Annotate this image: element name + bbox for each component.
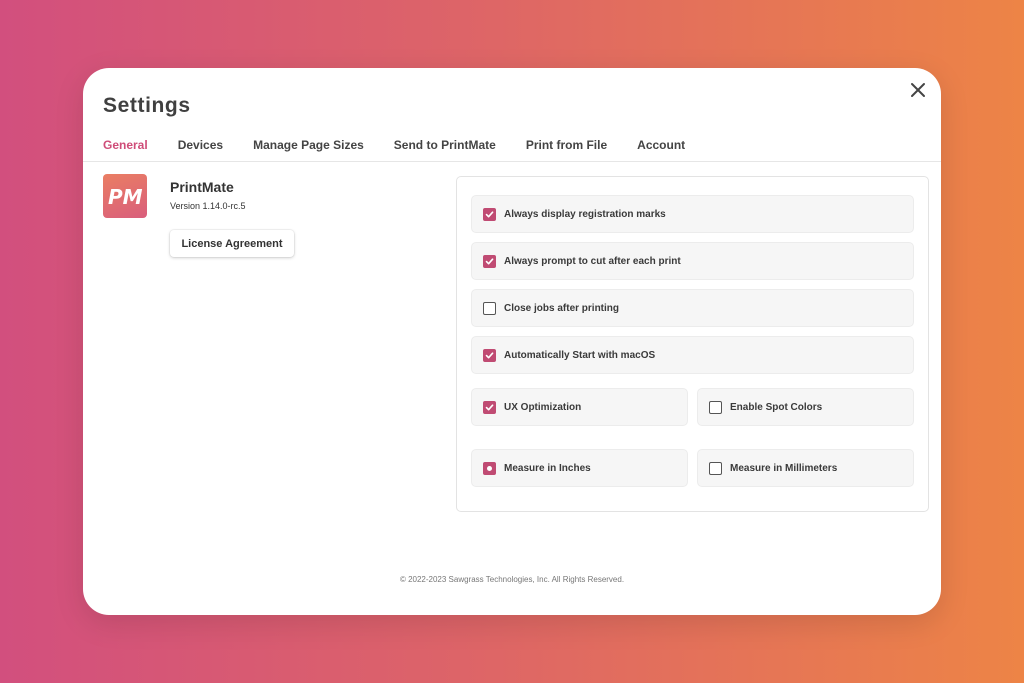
radio-unselected-icon[interactable] bbox=[709, 461, 722, 475]
copyright-footer: © 2022-2023 Sawgrass Technologies, Inc. … bbox=[399, 575, 625, 584]
window-title: Settings bbox=[103, 94, 191, 117]
radio-selected-icon[interactable] bbox=[483, 461, 496, 475]
option-label: Automatically Start with macOS bbox=[504, 349, 656, 361]
checkbox-checked-icon[interactable] bbox=[483, 348, 496, 362]
option-registration-marks[interactable]: Always display registration marks bbox=[471, 195, 914, 233]
tab-manage-page-sizes[interactable]: Manage Page Sizes bbox=[253, 138, 364, 162]
option-label: Measure in Millimeters bbox=[730, 462, 838, 474]
license-agreement-button[interactable]: License Agreement bbox=[170, 230, 294, 257]
close-icon bbox=[911, 83, 925, 97]
close-button[interactable] bbox=[909, 81, 927, 99]
checkbox-checked-icon[interactable] bbox=[483, 207, 496, 221]
option-label: Close jobs after printing bbox=[504, 302, 620, 314]
option-measure-millimeters[interactable]: Measure in Millimeters bbox=[697, 449, 914, 487]
checkbox-unchecked-icon[interactable] bbox=[483, 301, 496, 315]
option-spot-colors[interactable]: Enable Spot Colors bbox=[697, 388, 914, 426]
app-logo-letters: PM bbox=[108, 185, 143, 209]
tab-general[interactable]: General bbox=[103, 138, 148, 162]
checkbox-checked-icon[interactable] bbox=[483, 400, 496, 414]
settings-window: Settings General Devices Manage Page Siz… bbox=[83, 68, 941, 615]
option-measure-inches[interactable]: Measure in Inches bbox=[471, 449, 688, 487]
app-version: Version 1.14.0-rc.5 bbox=[170, 201, 246, 211]
option-label: Measure in Inches bbox=[504, 462, 591, 474]
option-label: UX Optimization bbox=[504, 401, 582, 413]
app-logo: PM bbox=[103, 174, 147, 218]
option-close-jobs[interactable]: Close jobs after printing bbox=[471, 289, 914, 327]
tab-send-to-printmate[interactable]: Send to PrintMate bbox=[394, 138, 496, 162]
app-name: PrintMate bbox=[170, 179, 234, 195]
checkbox-checked-icon[interactable] bbox=[483, 254, 496, 268]
tab-print-from-file[interactable]: Print from File bbox=[526, 138, 607, 162]
option-auto-start[interactable]: Automatically Start with macOS bbox=[471, 336, 914, 374]
tab-account[interactable]: Account bbox=[637, 138, 685, 162]
checkbox-unchecked-icon[interactable] bbox=[709, 400, 722, 414]
tab-devices[interactable]: Devices bbox=[178, 138, 223, 162]
options-panel: Always display registration marks Always… bbox=[456, 176, 929, 512]
option-label: Enable Spot Colors bbox=[730, 401, 823, 413]
option-ux-optimization[interactable]: UX Optimization bbox=[471, 388, 688, 426]
tab-divider bbox=[83, 161, 941, 162]
option-prompt-cut[interactable]: Always prompt to cut after each print bbox=[471, 242, 914, 280]
option-label: Always display registration marks bbox=[504, 208, 666, 220]
option-label: Always prompt to cut after each print bbox=[504, 255, 681, 267]
settings-tabs: General Devices Manage Page Sizes Send t… bbox=[103, 138, 715, 162]
